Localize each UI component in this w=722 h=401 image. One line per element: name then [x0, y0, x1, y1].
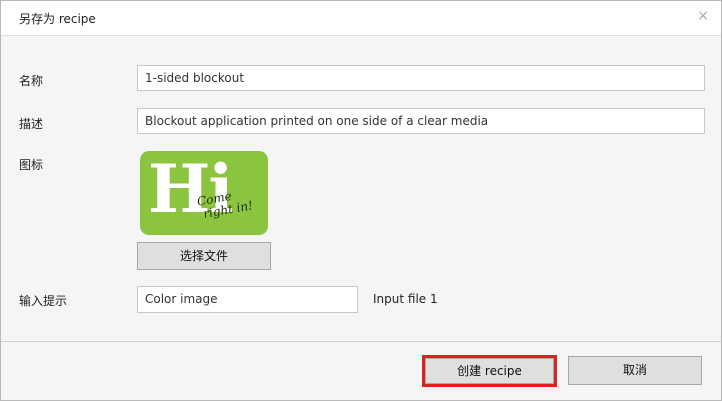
description-label: 描述: [19, 117, 44, 131]
dialog-title: 另存为 recipe: [19, 12, 96, 26]
recipe-icon-image: Hi Come right in!: [140, 151, 268, 235]
name-label: 名称: [19, 74, 44, 88]
cancel-button[interactable]: 取消: [568, 356, 702, 385]
create-button-highlight: [422, 355, 557, 387]
input-file-text: Input file 1: [373, 292, 438, 306]
input-hint-label: 输入提示: [19, 294, 68, 308]
input-hint-field[interactable]: Color image: [137, 286, 358, 313]
description-field[interactable]: Blockout application printed on one side…: [137, 108, 705, 134]
icon-label: 图标: [19, 158, 44, 172]
dialog-titlebar: 另存为 recipe ×: [1, 1, 721, 36]
close-icon[interactable]: ×: [697, 9, 709, 23]
choose-file-button[interactable]: 选择文件: [137, 242, 271, 270]
save-as-recipe-dialog: 另存为 recipe × 名称 1-sided blockout 描述 Bloc…: [0, 0, 722, 401]
name-field[interactable]: 1-sided blockout: [137, 65, 705, 91]
